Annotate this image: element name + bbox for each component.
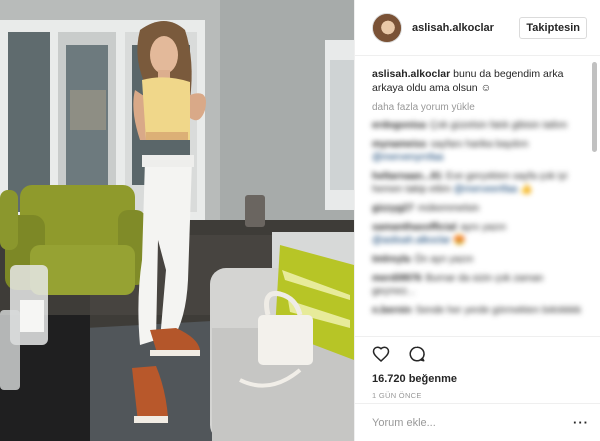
comment-row: heltarnaan...81 Eve gerçekten sayfa çok i… (372, 170, 587, 196)
post-image (0, 0, 354, 441)
comments-list: aslisah.alkoclar bunu da begendim arka a… (355, 57, 600, 335)
comment-text: aynı yazın (460, 222, 507, 233)
comment-mention-link[interactable]: @mervenyrnfaa (372, 152, 443, 163)
heart-outline-icon[interactable] (372, 345, 390, 365)
avatar[interactable] (372, 12, 402, 43)
comment-username[interactable]: mynameiss (372, 139, 426, 150)
follow-button[interactable]: Takiptesin (519, 17, 587, 39)
scrollbar-thumb[interactable] (592, 62, 597, 152)
comment-emoji: 👍 (520, 184, 533, 195)
avatar-image (373, 13, 401, 42)
post-photo[interactable] (0, 0, 354, 441)
post-timestamp[interactable]: 1 GÜN ÖNCE (372, 391, 600, 400)
comment-row: n.bernin Sende her yerde görmekten bıktık… (372, 304, 587, 317)
comment-rows: erdogonisa Çok güzelsin fatık gibisin tat… (372, 119, 587, 317)
comment-username[interactable]: merdi9976 (372, 273, 421, 284)
comment-row: samanthaxofficial aynı yazın @aslisah.alk… (372, 221, 587, 247)
post-header: aslisah.alkoclar Takiptesin (355, 0, 600, 56)
comment-text: mükemmelsin (417, 203, 480, 214)
comment-text: sayfanı harika baydım (430, 139, 529, 150)
comment-username[interactable]: erdogonisa (372, 120, 426, 131)
post-actions: 16.720 beğenme 1 GÜN ÖNCE (355, 336, 600, 400)
comment-text: Ön ayn yazın (414, 254, 474, 265)
caption-username[interactable]: aslisah.alkoclar (372, 68, 450, 80)
comment-emoji: 😍 (453, 235, 466, 246)
comment-row: mynameiss sayfanı harika baydım @mervenyr… (372, 138, 587, 164)
load-more-comments-link[interactable]: daha fazla yorum yükle (372, 102, 587, 113)
comment-username[interactable]: tmlreyla (372, 254, 410, 265)
comment-row: gizzyg27 mükemmelsin (372, 202, 587, 215)
speech-bubble-icon[interactable] (408, 345, 426, 366)
post-sidebar: aslisah.alkoclar Takiptesin aslisah.alko… (354, 0, 600, 441)
comment-username[interactable]: samanthaxofficial (372, 222, 456, 233)
comment-input[interactable] (372, 416, 573, 429)
comment-row: erdogonisa Çok güzelsin fatık gibisin tat… (372, 119, 587, 132)
comment-row: merdi9976 Burnar da sizin çok zaman geçme… (372, 272, 587, 298)
comment-text: Sende her yerde görmekten bıktıkkkk (415, 305, 582, 316)
add-comment-bar: ··· (355, 403, 600, 441)
post-caption: aslisah.alkoclar bunu da begendim arka a… (372, 67, 587, 95)
comment-username[interactable]: gizzyg27 (372, 203, 414, 214)
comment-mention-link[interactable]: @aslisah.alkoclar (372, 235, 451, 246)
comment-row: tmlreyla Ön ayn yazın (372, 253, 587, 266)
header-username[interactable]: aslisah.alkoclar (412, 22, 494, 34)
comment-text: Çok güzelsin fatık gibisin tatlım (429, 120, 568, 131)
comment-username[interactable]: heltarnaan...81 (372, 171, 442, 182)
comments-scrollbar[interactable] (592, 62, 597, 332)
comment-username[interactable]: n.bernin (372, 305, 411, 316)
comment-mention-link[interactable]: @merveertfaa (454, 184, 518, 195)
instagram-post: aslisah.alkoclar Takiptesin aslisah.alko… (0, 0, 600, 441)
like-count[interactable]: 16.720 beğenme (372, 373, 600, 385)
more-options-button[interactable]: ··· (573, 415, 589, 430)
